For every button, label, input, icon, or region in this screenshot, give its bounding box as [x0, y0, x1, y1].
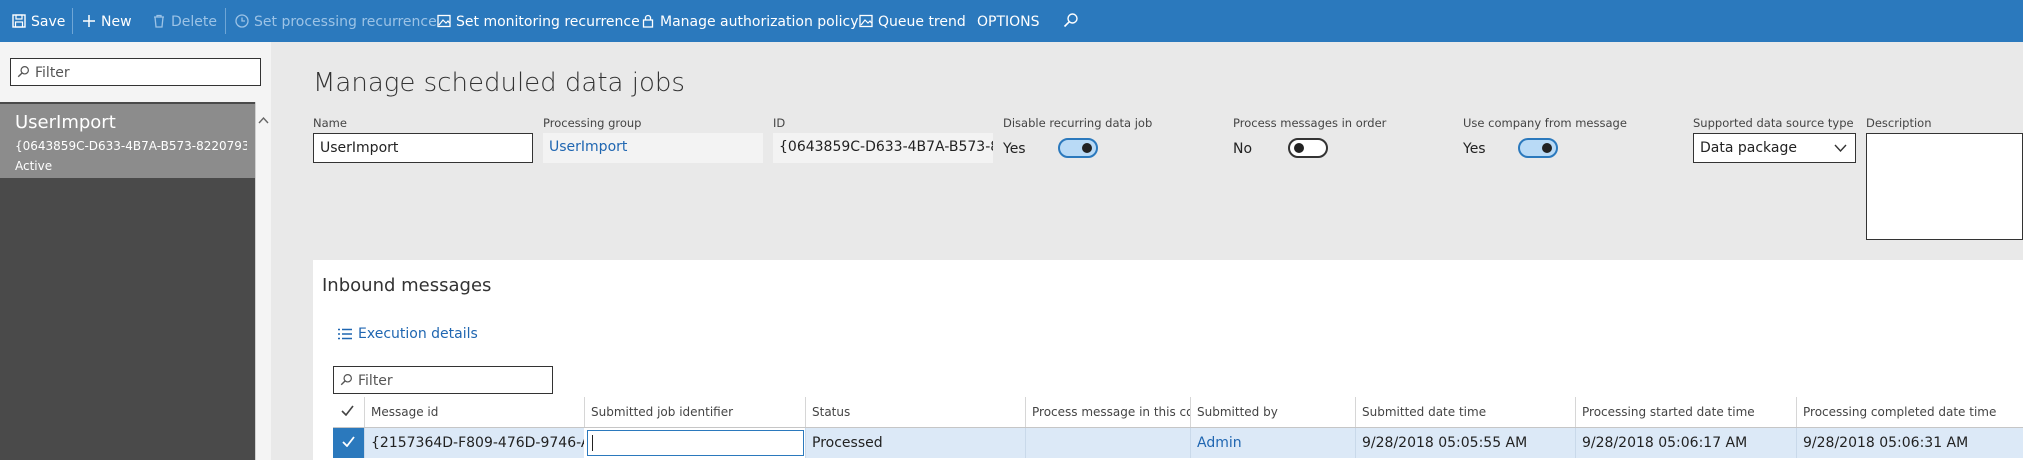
description-textarea[interactable] [1866, 133, 2023, 240]
row-select-checkbox[interactable] [333, 428, 364, 458]
queue-trend-label: Queue trend [878, 14, 966, 30]
list-item-title: UserImport [15, 112, 116, 133]
save-button[interactable]: Save [12, 0, 65, 42]
toolbar-divider [72, 8, 73, 34]
plus-icon [83, 15, 95, 27]
grid-filter-input[interactable]: Filter [333, 366, 553, 394]
description-label: Description [1866, 116, 1932, 130]
execution-details-button[interactable]: Execution details [338, 326, 478, 342]
id-field: {0643859C-D633-4B7A-B573-8... [773, 133, 993, 163]
data-source-type-select[interactable]: Data package [1693, 133, 1856, 163]
use-company-toggle[interactable] [1518, 138, 1558, 158]
toggle-knob [1542, 143, 1552, 153]
list-item-id: {0643859C-D633-4B7A-B573-8220793CD... [15, 139, 247, 153]
new-button[interactable]: New [82, 0, 132, 42]
list-scrollbar[interactable] [255, 102, 271, 460]
message-id-cell[interactable]: {2157364D-F809-476D-9746-AC... [364, 428, 584, 458]
list-icon [338, 328, 352, 340]
checkmark-icon [342, 436, 355, 448]
processing-group-label: Processing group [543, 116, 642, 130]
search-icon [340, 374, 352, 386]
submitted-by-link[interactable]: Admin [1190, 428, 1355, 458]
set-processing-recurrence-label: Set processing recurrence [254, 14, 437, 30]
processing-started-cell[interactable]: 9/28/2018 05:06:17 AM [1575, 428, 1796, 458]
select-all-checkbox[interactable] [333, 397, 364, 427]
disable-recurring-label: Disable recurring data job [1003, 116, 1153, 130]
column-header-submitted-by[interactable]: Submitted by [1190, 397, 1355, 427]
page-title: Manage scheduled data jobs [313, 68, 685, 98]
search-icon [17, 66, 29, 78]
delete-label: Delete [171, 14, 217, 30]
toggle-knob [1082, 143, 1092, 153]
save-label: Save [31, 14, 66, 30]
processing-group-link[interactable]: UserImport [543, 133, 763, 163]
name-field[interactable]: UserImport [313, 133, 533, 163]
save-icon [12, 14, 26, 28]
disable-recurring-value: Yes [1003, 141, 1026, 157]
submitted-job-identifier-input[interactable] [587, 430, 804, 456]
text-caret [592, 435, 593, 451]
use-company-value: Yes [1463, 141, 1486, 157]
list-filter-input[interactable]: Filter [10, 58, 261, 86]
processing-completed-cell[interactable]: 9/28/2018 05:06:31 AM [1796, 428, 2023, 458]
chart-icon [859, 14, 873, 28]
toolbar-divider [225, 8, 226, 34]
chevron-up-icon [258, 116, 269, 124]
queue-trend-button[interactable]: Queue trend [859, 0, 966, 42]
set-monitoring-recurrence-label: Set monitoring recurrence [456, 14, 640, 30]
picture-icon [437, 14, 451, 28]
trash-icon [154, 14, 164, 28]
name-label: Name [313, 116, 347, 130]
process-in-order-value: No [1233, 141, 1253, 157]
set-monitoring-recurrence-button[interactable]: Set monitoring recurrence [437, 0, 640, 42]
list-item-status: Active [15, 159, 53, 173]
column-header-status[interactable]: Status [805, 397, 1025, 427]
status-cell[interactable]: Processed [805, 428, 1025, 458]
list-filter-placeholder: Filter [35, 65, 70, 81]
column-header-submitted-job-identifier[interactable]: Submitted job identifier [584, 397, 805, 427]
clock-icon [235, 14, 249, 28]
new-label: New [101, 14, 132, 30]
column-header-process-in-company[interactable]: Process message in this co... [1025, 397, 1190, 427]
search-button[interactable] [1063, 0, 1084, 42]
options-tab[interactable]: OPTIONS [977, 0, 1040, 42]
disable-recurring-toggle[interactable] [1058, 138, 1098, 158]
id-label: ID [773, 116, 786, 130]
toggle-knob [1294, 143, 1304, 153]
lock-icon [642, 14, 654, 28]
chevron-down-icon [1834, 144, 1847, 152]
action-pane: Save New Delete Set processing recurrenc… [0, 0, 2023, 42]
use-company-label: Use company from message [1463, 116, 1627, 130]
column-header-submitted-date-time[interactable]: Submitted date time [1355, 397, 1575, 427]
data-source-type-value: Data package [1700, 140, 1797, 156]
set-processing-recurrence-button[interactable]: Set processing recurrence [235, 0, 437, 42]
process-in-order-label: Process messages in order [1233, 116, 1387, 130]
inbound-messages-title[interactable]: Inbound messages [322, 275, 491, 296]
search-icon [1063, 13, 1078, 28]
options-label: OPTIONS [977, 14, 1040, 30]
inbound-messages-grid: Message id Submitted job identifier Stat… [333, 397, 2023, 460]
data-source-type-label: Supported data source type [1693, 116, 1854, 130]
grid-filter-placeholder: Filter [358, 373, 393, 389]
column-header-message-id[interactable]: Message id [364, 397, 584, 427]
column-header-processing-completed[interactable]: Processing completed date time [1796, 397, 2023, 427]
submitted-date-time-cell[interactable]: 9/28/2018 05:05:55 AM [1355, 428, 1575, 458]
execution-details-label: Execution details [358, 326, 478, 342]
manage-authorization-policy-label: Manage authorization policy [660, 14, 859, 30]
manage-authorization-policy-button[interactable]: Manage authorization policy [641, 0, 859, 42]
column-header-processing-started[interactable]: Processing started date time [1575, 397, 1796, 427]
process-in-order-toggle[interactable] [1288, 138, 1328, 158]
delete-button[interactable]: Delete [152, 0, 217, 42]
list-item[interactable]: UserImport {0643859C-D633-4B7A-B573-8220… [0, 104, 255, 178]
process-in-company-cell[interactable] [1025, 428, 1190, 458]
checkmark-icon [341, 405, 354, 417]
